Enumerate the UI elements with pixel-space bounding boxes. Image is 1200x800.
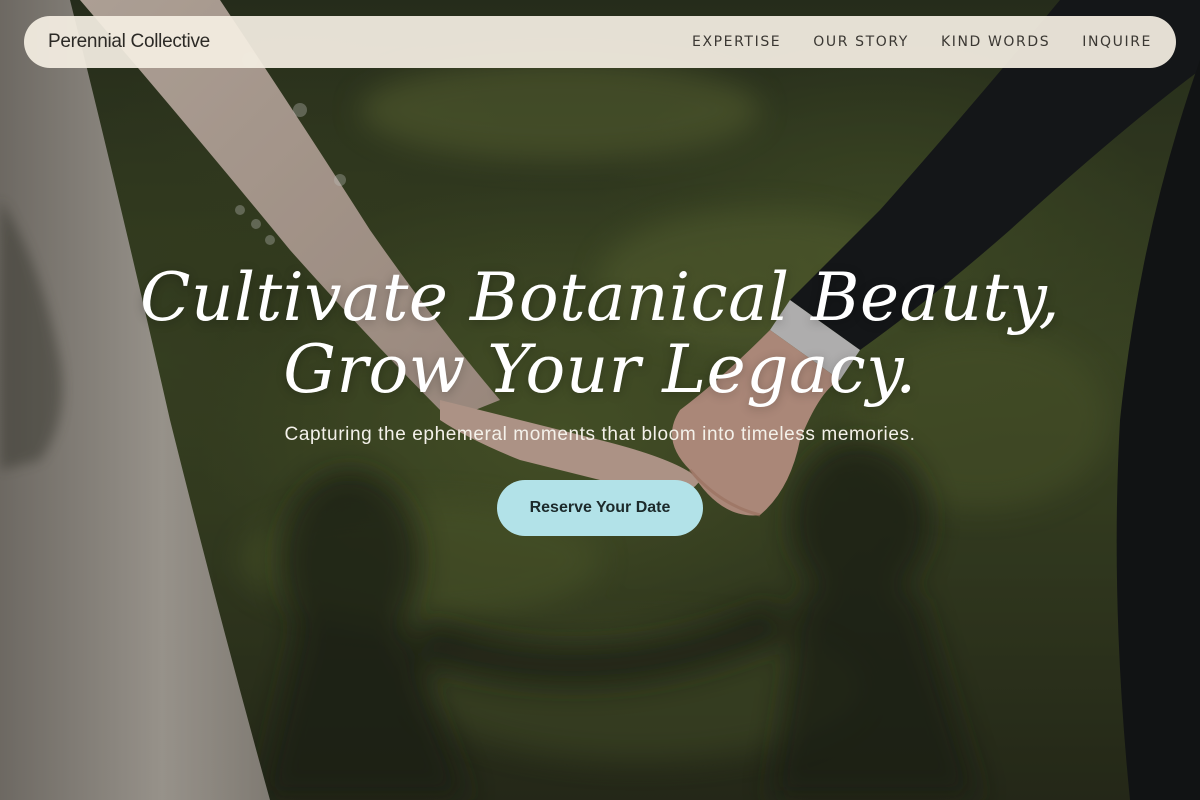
top-navigation: Perennial Collective EXPERTISE OUR STORY… <box>24 16 1176 68</box>
hero-headline-line-1: Cultivate Botanical Beauty, <box>139 259 1060 336</box>
nav-link-our-story[interactable]: OUR STORY <box>813 34 909 50</box>
brand-logo[interactable]: Perennial Collective <box>48 31 210 53</box>
hero-section: Perennial Collective EXPERTISE OUR STORY… <box>0 0 1200 800</box>
nav-item-kind-words: KIND WORDS <box>941 33 1050 51</box>
nav-link-kind-words[interactable]: KIND WORDS <box>941 34 1050 50</box>
nav-menu: EXPERTISE OUR STORY KIND WORDS INQUIRE <box>692 33 1152 51</box>
nav-item-our-story: OUR STORY <box>813 33 909 51</box>
hero-content: Cultivate Botanical Beauty, Grow Your Le… <box>0 262 1200 536</box>
hero-tagline: Capturing the ephemeral moments that blo… <box>284 424 916 445</box>
reserve-date-button[interactable]: Reserve Your Date <box>497 480 703 536</box>
nav-link-inquire[interactable]: INQUIRE <box>1082 34 1152 50</box>
nav-item-expertise: EXPERTISE <box>692 33 781 51</box>
hero-headline: Cultivate Botanical Beauty, Grow Your Le… <box>0 262 1200 406</box>
nav-item-inquire: INQUIRE <box>1082 33 1152 51</box>
hero-headline-line-2: Grow Your Legacy. <box>283 331 917 408</box>
nav-link-expertise[interactable]: EXPERTISE <box>692 34 781 50</box>
